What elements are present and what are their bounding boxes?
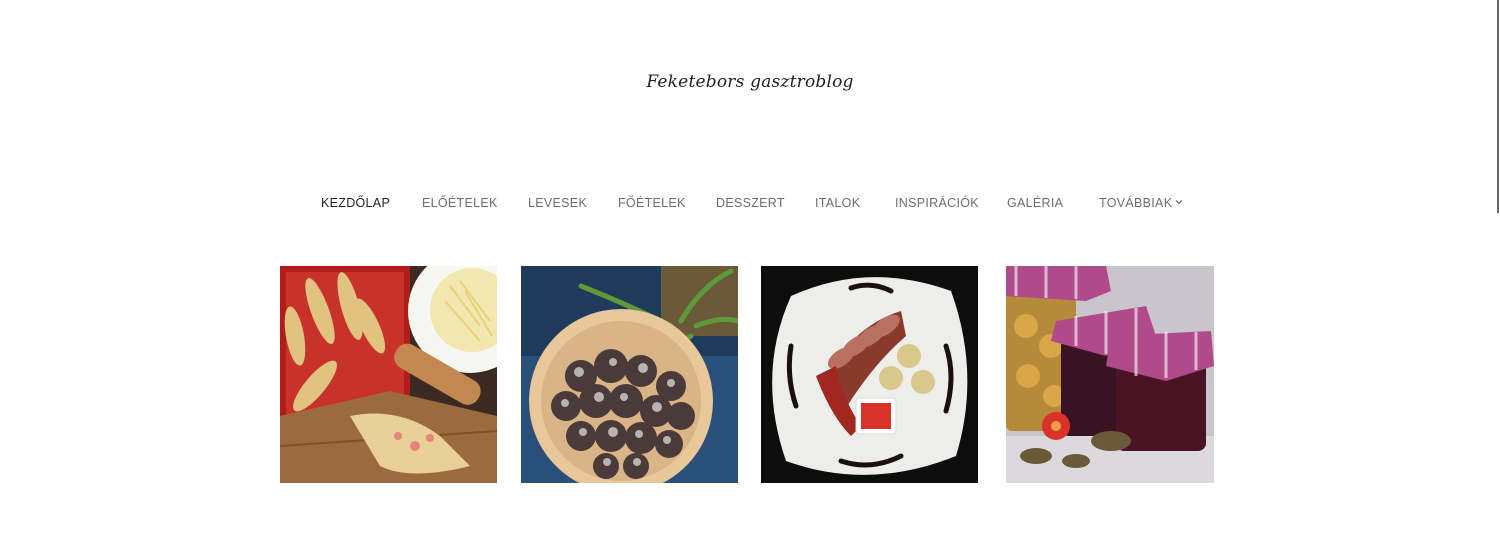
gallery-image-1[interactable]	[280, 266, 497, 483]
nav-item-kezdolap[interactable]: KEZDŐLAP	[321, 196, 390, 210]
nav-item-inspiraciok[interactable]: INSPIRÁCIÓK	[895, 196, 979, 210]
nav-item-italok[interactable]: ITALOK	[815, 196, 860, 210]
nav-item-foetelek[interactable]: FŐÉTELEK	[618, 196, 686, 210]
chevron-down-icon	[1175, 200, 1183, 205]
main-nav: KEZDŐLAP ELŐÉTELEK LEVESEK FŐÉTELEK DESS…	[0, 196, 1500, 212]
nav-item-desszert[interactable]: DESSZERT	[716, 196, 785, 210]
nav-item-galeria[interactable]: GALÉRIA	[1007, 196, 1063, 210]
gallery-image-3[interactable]	[761, 266, 978, 483]
gallery-image-2[interactable]	[521, 266, 738, 483]
nav-item-tovabbiak[interactable]: TOVÁBBIAK	[1099, 196, 1183, 210]
scrollbar-thumb[interactable]	[1497, 0, 1499, 213]
nav-item-eloetelek[interactable]: ELŐÉTELEK	[422, 196, 498, 210]
gallery-image-4[interactable]	[1006, 266, 1214, 483]
scrollbar[interactable]	[1496, 0, 1500, 545]
nav-item-tovabbiak-label: TOVÁBBIAK	[1099, 196, 1173, 210]
site-title[interactable]: Feketebors gasztroblog	[0, 72, 1500, 92]
nav-item-levesek[interactable]: LEVESEK	[528, 196, 587, 210]
page: Feketebors gasztroblog KEZDŐLAP ELŐÉTELE…	[0, 0, 1500, 545]
